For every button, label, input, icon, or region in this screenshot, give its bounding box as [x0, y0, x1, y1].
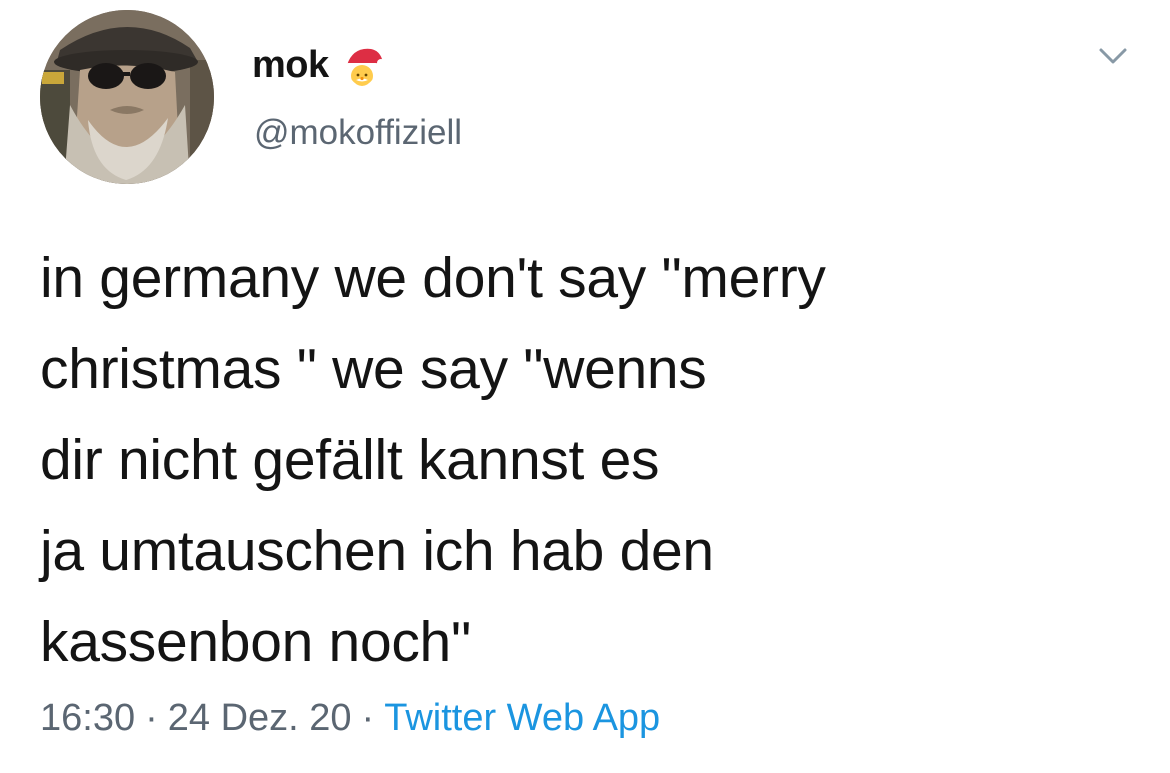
tweet-card: mok @mokoffiziell in germany we don't sa…	[0, 0, 1170, 773]
tweet-time[interactable]: 16:30	[40, 697, 135, 740]
tweet-text: in germany we don't say "merry christmas…	[40, 246, 826, 674]
santa-emoji-icon	[339, 43, 387, 91]
avatar[interactable]	[40, 10, 214, 184]
author-name-row[interactable]: mok	[252, 40, 387, 90]
author-handle[interactable]: @mokoffiziell	[254, 113, 462, 153]
display-name[interactable]: mok	[252, 44, 329, 87]
tweet-date[interactable]: 24 Dez. 20	[168, 697, 352, 740]
tweet-source-link[interactable]: Twitter Web App	[384, 697, 660, 740]
tweet-meta: 16:30 · 24 Dez. 20 · Twitter Web App	[40, 697, 660, 740]
separator-dot: ·	[145, 697, 158, 739]
avatar-image	[40, 10, 214, 184]
chevron-down-icon[interactable]	[1093, 40, 1133, 70]
separator-dot: ·	[361, 697, 375, 739]
